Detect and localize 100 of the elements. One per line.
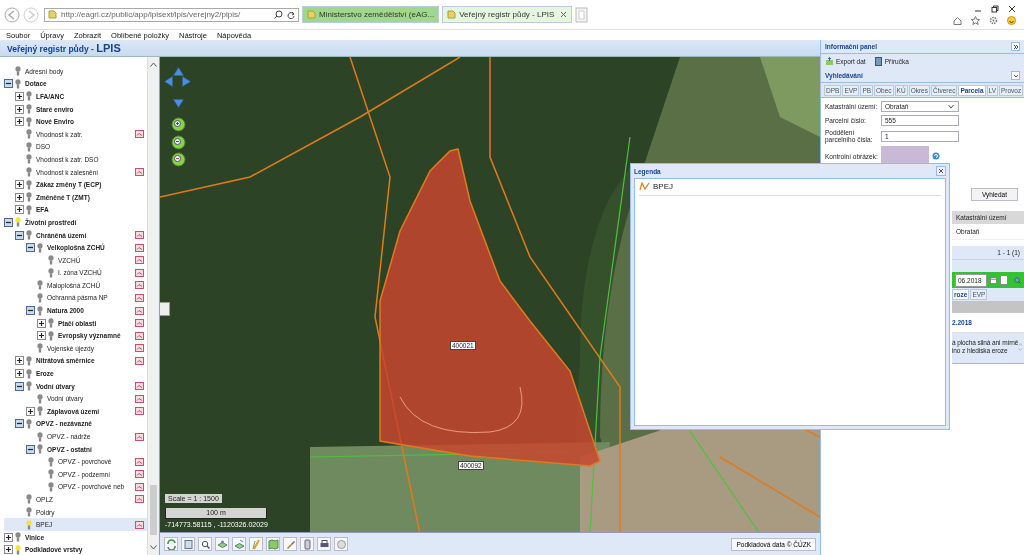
browser-tab[interactable]: Veřejný registr půdy - LPIS xyxy=(442,6,573,23)
map-tool-button[interactable] xyxy=(266,537,280,551)
scroll-up-icon[interactable] xyxy=(150,62,157,67)
close-icon[interactable] xyxy=(1008,4,1016,13)
home-icon[interactable] xyxy=(953,15,962,25)
checkbox[interactable] xyxy=(999,275,1009,285)
refresh-icon[interactable] xyxy=(287,10,295,19)
legend-icon[interactable] xyxy=(135,319,144,328)
expand-icon[interactable] xyxy=(15,180,24,190)
expand-icon[interactable] xyxy=(15,117,24,127)
star-icon[interactable] xyxy=(971,15,980,25)
pan-up-icon[interactable] xyxy=(173,67,184,76)
legend-icon[interactable] xyxy=(135,168,144,177)
legend-icon[interactable] xyxy=(135,432,144,441)
zoom-in-icon[interactable] xyxy=(171,117,186,132)
close-icon xyxy=(938,168,944,174)
zoom-out-icon[interactable] xyxy=(171,152,186,167)
legend-icon[interactable] xyxy=(135,281,144,290)
collapse-icon[interactable] xyxy=(15,381,24,391)
collapse-icon[interactable] xyxy=(15,230,24,240)
browser-tab[interactable]: Ministerstvo zemědělství (eAG... xyxy=(302,6,440,23)
expand-icon[interactable] xyxy=(15,369,24,379)
scrollbar-thumb[interactable] xyxy=(150,485,157,535)
map-tool-button[interactable] xyxy=(198,537,212,551)
legend-icon[interactable] xyxy=(135,407,144,416)
collapse-icon[interactable] xyxy=(26,444,35,454)
line-symbol-icon xyxy=(639,182,650,191)
collapse-icon[interactable] xyxy=(4,217,13,227)
close-button[interactable] xyxy=(936,166,946,176)
lightbulb-icon[interactable] xyxy=(37,280,43,291)
lightbulb-icon[interactable] xyxy=(48,456,54,467)
lightbulb-icon[interactable] xyxy=(26,494,32,505)
collapse-icon[interactable] xyxy=(4,79,13,89)
legend-icon[interactable] xyxy=(135,356,144,365)
pan-down-icon[interactable] xyxy=(173,99,184,108)
lightbulb-icon[interactable] xyxy=(26,141,32,152)
legend-icon[interactable] xyxy=(135,331,144,340)
lightbulb-icon[interactable] xyxy=(48,469,54,480)
collapse-icon[interactable] xyxy=(15,419,24,429)
smiley-icon[interactable] xyxy=(1007,15,1016,25)
map-tool-button[interactable] xyxy=(181,537,195,551)
restore-icon[interactable] xyxy=(991,4,999,13)
zoom-to-extent-icon[interactable] xyxy=(171,135,186,150)
back-icon[interactable] xyxy=(4,6,20,23)
expand-icon[interactable] xyxy=(26,406,35,416)
legend-icon[interactable] xyxy=(135,457,144,466)
calendar-icon[interactable] xyxy=(990,275,997,285)
search-icon[interactable] xyxy=(274,10,283,19)
expand-icon[interactable] xyxy=(37,318,46,328)
legend-icon[interactable] xyxy=(135,231,144,239)
lightbulb-icon[interactable] xyxy=(48,255,54,266)
lightbulb-icon[interactable] xyxy=(48,267,54,278)
legend-icon[interactable] xyxy=(135,268,144,277)
page-icon xyxy=(447,10,457,19)
map-tool-button[interactable] xyxy=(232,537,246,551)
cycle-arrows-icon xyxy=(165,538,177,550)
legend-icon[interactable] xyxy=(135,382,144,391)
map-tool-button[interactable] xyxy=(215,537,229,551)
lightbulb-icon[interactable] xyxy=(26,507,32,518)
legend-icon[interactable] xyxy=(135,482,144,491)
expand-icon[interactable] xyxy=(15,92,24,101)
lightbulb-icon[interactable] xyxy=(26,154,32,165)
lightbulb-icon[interactable] xyxy=(26,519,32,530)
legend-icon[interactable] xyxy=(135,495,144,504)
map-tool-button[interactable] xyxy=(317,537,331,551)
map-tool-button[interactable] xyxy=(283,537,297,551)
map-tool-button[interactable] xyxy=(164,537,178,551)
expand-icon[interactable] xyxy=(37,331,46,341)
address-bar[interactable]: http://eagri.cz/public/app/lpisext/lpis/verejny2/plpis/ xyxy=(44,7,299,22)
scrollbar[interactable] xyxy=(147,57,159,555)
device-icon xyxy=(301,538,313,550)
pan-left-icon[interactable] xyxy=(164,76,173,87)
page-icon xyxy=(307,10,316,19)
legend-icon[interactable] xyxy=(135,470,144,479)
legend-icon[interactable] xyxy=(135,520,144,529)
expand-icon[interactable] xyxy=(15,104,24,114)
collapse-panel-button[interactable] xyxy=(160,302,170,316)
collapse-button[interactable] xyxy=(1011,42,1020,51)
lightbulb-icon[interactable] xyxy=(48,481,54,492)
legend-icon[interactable] xyxy=(135,256,144,265)
legend-icon[interactable] xyxy=(135,130,144,139)
document-icon xyxy=(182,538,194,550)
pan-right-icon[interactable] xyxy=(182,76,191,87)
collapse-icon[interactable] xyxy=(26,243,35,253)
scroll-down-icon[interactable] xyxy=(150,545,157,550)
search-icon xyxy=(199,538,211,550)
expand-icon[interactable] xyxy=(4,532,13,542)
legend-icon[interactable] xyxy=(135,306,144,315)
legend-icon[interactable] xyxy=(135,344,144,353)
legend-icon[interactable] xyxy=(135,394,144,403)
collapse-button[interactable] xyxy=(1011,71,1020,80)
expand-icon[interactable] xyxy=(15,205,24,215)
expand-icon[interactable] xyxy=(15,356,24,366)
settings-icon[interactable] xyxy=(989,15,998,25)
legend-icon[interactable] xyxy=(135,294,144,302)
collapse-icon[interactable] xyxy=(26,306,35,316)
legend-icon[interactable] xyxy=(135,243,144,252)
expand-icon[interactable] xyxy=(15,192,24,202)
manual-icon xyxy=(873,57,883,66)
expand-icon[interactable] xyxy=(4,545,13,555)
